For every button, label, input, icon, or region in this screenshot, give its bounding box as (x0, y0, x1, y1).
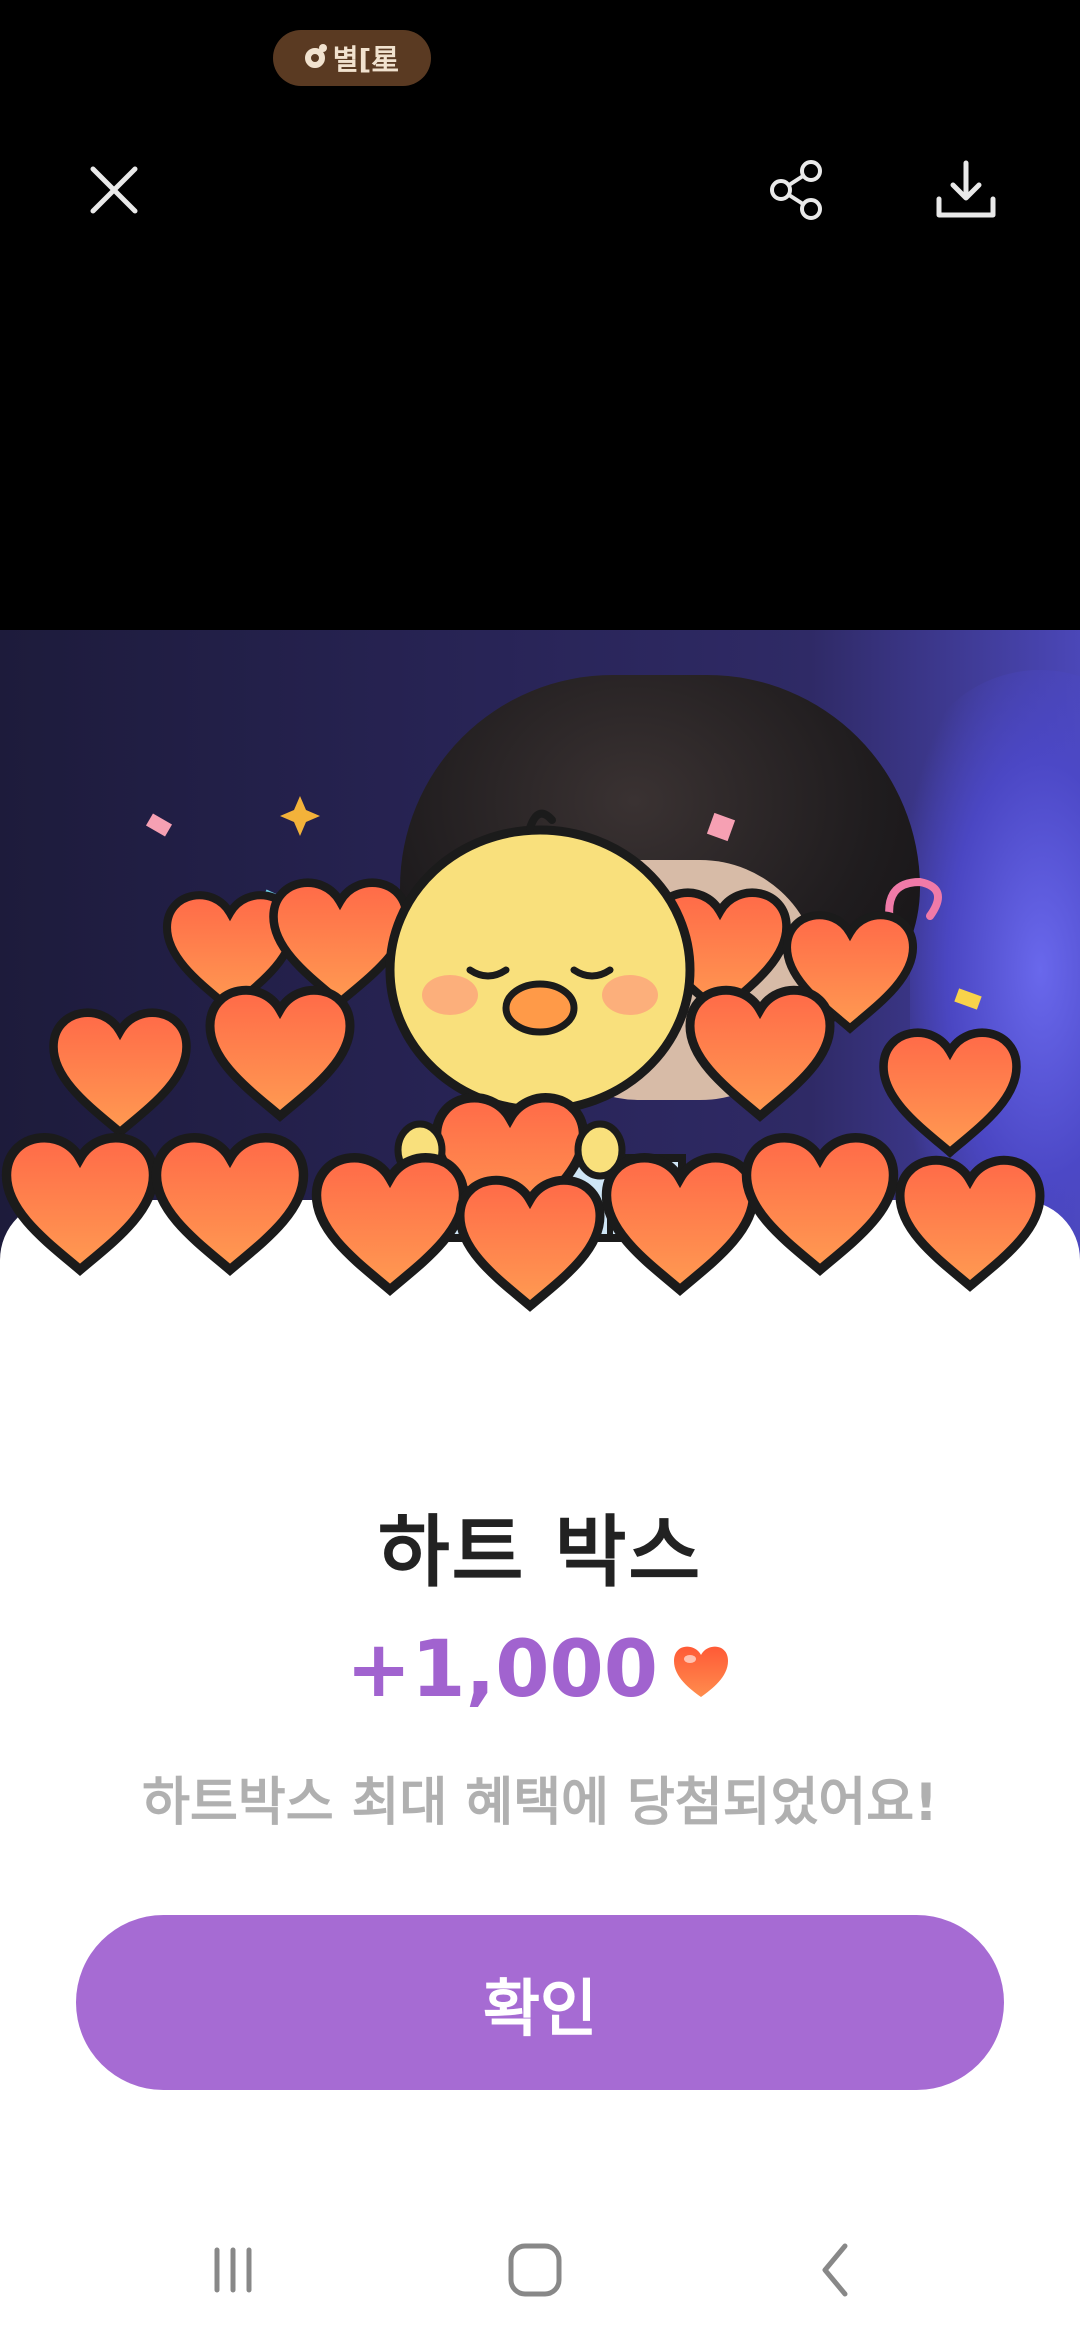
recent-apps-button[interactable] (188, 2230, 278, 2310)
back-icon (822, 2243, 848, 2297)
reward-amount: +1,000 (345, 1625, 659, 1715)
reward-amount-row: +1,000 (0, 1620, 1080, 1720)
home-icon (508, 2243, 562, 2297)
download-button[interactable] (924, 148, 1008, 232)
reward-message: 하트박스 최대 혜택에 당첨되었어요! (142, 1773, 938, 1833)
home-button[interactable] (490, 2230, 580, 2310)
music-note-icon (304, 44, 327, 68)
system-nav-bar (0, 2200, 1080, 2340)
download-icon (936, 160, 996, 218)
recent-apps-icon (214, 2247, 252, 2293)
back-button[interactable] (792, 2230, 882, 2310)
confirm-button[interactable]: 확인 (76, 1915, 1004, 2090)
status-pill-text: 별[星 (332, 43, 400, 76)
top-black-area (0, 0, 1080, 630)
close-button[interactable] (72, 148, 156, 232)
heart-box-illustration (0, 796, 1080, 1410)
heart-icon (674, 1646, 729, 1697)
reward-title: 하트 박스 (377, 1508, 703, 1598)
share-button[interactable] (754, 148, 838, 232)
close-icon (90, 166, 138, 214)
status-pill: 별[星 (273, 30, 431, 86)
share-icon (770, 160, 822, 220)
